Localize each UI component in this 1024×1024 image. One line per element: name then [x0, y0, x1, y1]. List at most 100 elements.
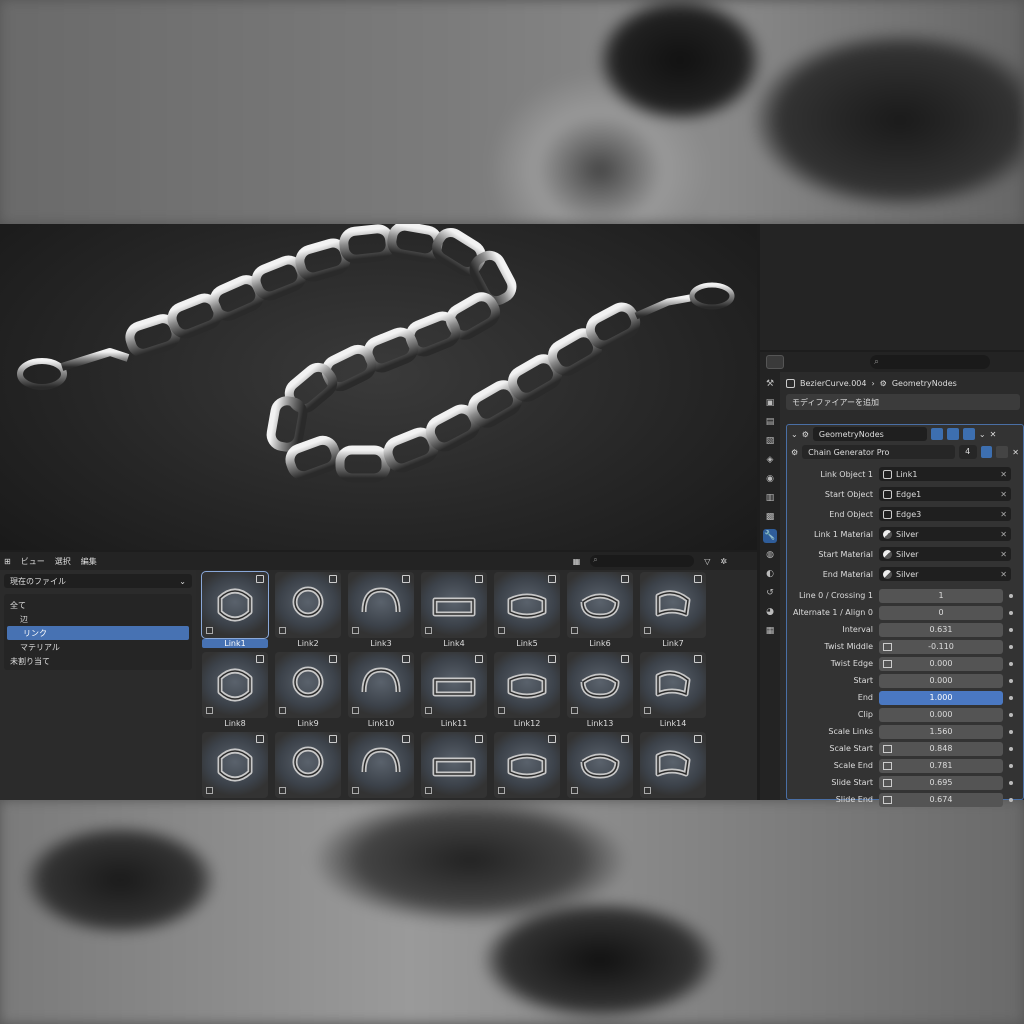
menu-edit[interactable]: 編集	[81, 556, 97, 567]
edit-asset-icon[interactable]	[402, 735, 410, 743]
catalog-item[interactable]: リンク	[7, 626, 189, 640]
clear-icon[interactable]: ✕	[1000, 490, 1007, 499]
node-tree-icon[interactable]: ⚙	[791, 448, 798, 457]
render-tab-icon[interactable]: ▣	[763, 396, 777, 410]
asset-checkbox[interactable]	[352, 787, 359, 794]
filter-icon[interactable]: ▽	[704, 557, 710, 566]
catalog-item[interactable]: 未割り当て	[4, 654, 192, 668]
keyframe-dot-icon[interactable]	[1009, 695, 1013, 700]
modifier-name-field[interactable]: GeometryNodes	[812, 427, 927, 441]
world-tab-icon[interactable]: ◉	[763, 472, 777, 486]
edit-asset-icon[interactable]	[548, 735, 556, 743]
asset-thumbnail[interactable]	[494, 732, 560, 798]
edit-asset-icon[interactable]	[694, 655, 702, 663]
number-input[interactable]: 0.781	[879, 758, 1003, 773]
texture-tab-icon[interactable]: ▦	[763, 624, 777, 638]
edit-asset-icon[interactable]	[402, 655, 410, 663]
field-value-input[interactable]: Link1 ✕	[879, 467, 1011, 481]
node-input-icon[interactable]	[883, 761, 892, 770]
edit-asset-icon[interactable]	[694, 735, 702, 743]
keyframe-dot-icon[interactable]	[1009, 797, 1013, 802]
particles-tab-icon[interactable]: ◍	[763, 548, 777, 562]
asset-thumbnail[interactable]	[640, 572, 706, 638]
number-input[interactable]: 0.000	[879, 707, 1003, 722]
asset-checkbox[interactable]	[425, 627, 432, 634]
node-input-icon[interactable]	[883, 744, 892, 753]
dropdown-chevron-icon[interactable]: ⌄	[979, 430, 986, 439]
edit-asset-icon[interactable]	[475, 735, 483, 743]
modifier-tab-icon[interactable]: 🔧	[763, 529, 777, 543]
node-group-name-field[interactable]: Chain Generator Pro	[802, 445, 955, 459]
asset-checkbox[interactable]	[352, 707, 359, 714]
asset-thumbnail[interactable]	[421, 732, 487, 798]
field-value-input[interactable]: Edge3 ✕	[879, 507, 1011, 521]
asset-thumbnail[interactable]	[567, 572, 633, 638]
number-input[interactable]: 1.000	[879, 690, 1003, 705]
3d-viewport[interactable]	[0, 224, 757, 550]
keyframe-dot-icon[interactable]	[1009, 610, 1013, 615]
asset-thumbnail[interactable]	[202, 732, 268, 798]
asset-checkbox[interactable]	[571, 787, 578, 794]
catalog-item[interactable]: 辺	[4, 612, 192, 626]
constraints-tab-icon[interactable]: ↺	[763, 586, 777, 600]
viewport-toggle-icon[interactable]	[946, 428, 959, 440]
clear-icon[interactable]: ✕	[1000, 510, 1007, 519]
menu-select[interactable]: 選択	[55, 556, 71, 567]
edit-asset-icon[interactable]	[621, 575, 629, 583]
clear-icon[interactable]: ✕	[1000, 530, 1007, 539]
editor-type-icon[interactable]	[766, 355, 784, 369]
keyframe-dot-icon[interactable]	[1009, 729, 1013, 734]
asset-checkbox[interactable]	[571, 707, 578, 714]
asset-thumbnail[interactable]	[421, 572, 487, 638]
add-modifier-button[interactable]: モディファイアーを追加	[786, 394, 1020, 410]
asset-thumbnail[interactable]	[494, 652, 560, 718]
asset-thumbnail[interactable]	[494, 572, 560, 638]
node-input-icon[interactable]	[883, 778, 892, 787]
node-group-users-count[interactable]: 4	[958, 445, 977, 459]
edit-asset-icon[interactable]	[621, 735, 629, 743]
asset-thumbnail[interactable]	[640, 652, 706, 718]
render-toggle-icon[interactable]	[962, 428, 975, 440]
clear-icon[interactable]: ✕	[1000, 570, 1007, 579]
edit-asset-icon[interactable]	[256, 655, 264, 663]
number-input[interactable]: 0.695	[879, 775, 1003, 790]
number-input[interactable]: 0.674	[879, 792, 1003, 807]
data-tab-icon[interactable]: ◕	[763, 605, 777, 619]
asset-thumbnail[interactable]	[640, 732, 706, 798]
edit-asset-icon[interactable]	[694, 575, 702, 583]
asset-thumbnail[interactable]	[275, 652, 341, 718]
close-icon[interactable]: ✕	[990, 430, 997, 439]
node-input-icon[interactable]	[883, 642, 892, 651]
asset-browser-editor-icon[interactable]: ⊞	[4, 557, 11, 566]
catalog-item[interactable]: 全て	[4, 598, 192, 612]
keyframe-dot-icon[interactable]	[1009, 678, 1013, 683]
asset-thumbnail[interactable]	[275, 572, 341, 638]
edit-asset-icon[interactable]	[548, 655, 556, 663]
physics-tab-icon[interactable]: ◐	[763, 567, 777, 581]
asset-checkbox[interactable]	[644, 787, 651, 794]
asset-checkbox[interactable]	[498, 707, 505, 714]
edit-asset-icon[interactable]	[329, 655, 337, 663]
number-input[interactable]: 0.631	[879, 622, 1003, 637]
asset-checkbox[interactable]	[571, 627, 578, 634]
output-tab-icon[interactable]: ▤	[763, 415, 777, 429]
node-input-icon[interactable]	[883, 795, 892, 804]
asset-checkbox[interactable]	[352, 627, 359, 634]
asset-thumbnail[interactable]	[348, 652, 414, 718]
keyframe-dot-icon[interactable]	[1009, 661, 1013, 666]
edit-asset-icon[interactable]	[548, 575, 556, 583]
edit-asset-icon[interactable]	[402, 575, 410, 583]
asset-checkbox[interactable]	[206, 627, 213, 634]
edit-asset-icon[interactable]	[329, 735, 337, 743]
asset-checkbox[interactable]	[425, 787, 432, 794]
asset-thumbnail[interactable]	[275, 732, 341, 798]
asset-thumbnail[interactable]	[348, 732, 414, 798]
edit-asset-icon[interactable]	[475, 575, 483, 583]
asset-checkbox[interactable]	[206, 787, 213, 794]
keyframe-dot-icon[interactable]	[1009, 644, 1013, 649]
field-value-input[interactable]: Silver ✕	[879, 547, 1011, 561]
view-layer-tab-icon[interactable]: ▧	[763, 434, 777, 448]
collection-tab-icon[interactable]: ▥	[763, 491, 777, 505]
asset-checkbox[interactable]	[279, 787, 286, 794]
keyframe-dot-icon[interactable]	[1009, 627, 1013, 632]
